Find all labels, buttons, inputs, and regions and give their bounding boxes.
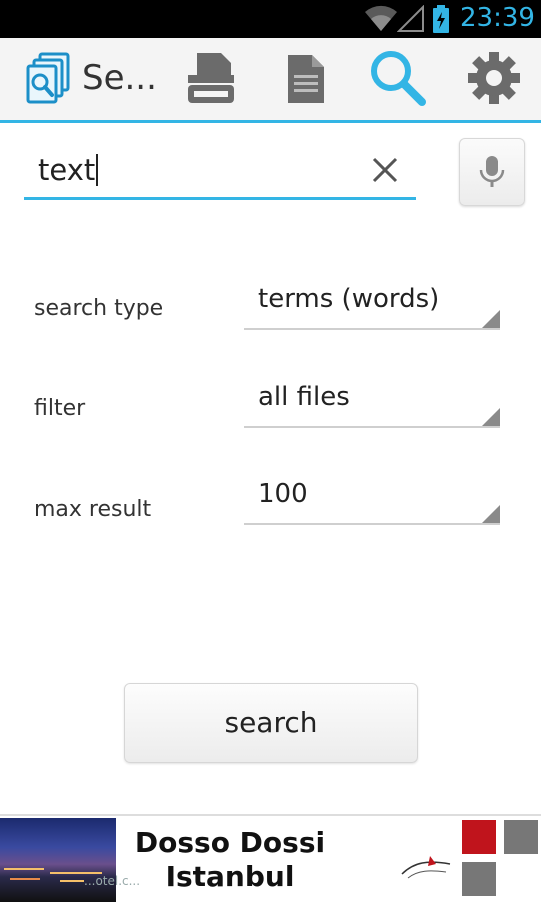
search-input-text[interactable]: text: [38, 153, 99, 187]
filter-value: all files: [258, 382, 350, 412]
ad-square-red: [462, 820, 496, 854]
battery-icon: [432, 5, 450, 37]
ad-logo-icon: [400, 852, 454, 884]
settings-button[interactable]: [466, 52, 522, 108]
ad-square-gray-2: [462, 862, 496, 896]
text-cursor: [96, 154, 99, 186]
max-result-select[interactable]: 100: [244, 479, 500, 525]
search-input[interactable]: text: [24, 145, 416, 200]
ad-photo: [0, 818, 116, 902]
app-search-icon[interactable]: [26, 52, 72, 108]
scan-button[interactable]: [183, 52, 239, 108]
document-icon: [282, 51, 328, 109]
dropdown-arrow-icon: [482, 310, 500, 328]
ad-headline[interactable]: Dosso Dossi Istanbul: [120, 826, 340, 894]
status-bar: 23:39: [0, 0, 541, 38]
action-bar: Se...: [0, 38, 541, 123]
ad-banner[interactable]: Dosso Dossi Istanbul ...otel.c...: [0, 814, 541, 902]
max-result-value: 100: [258, 479, 308, 509]
voice-search-button[interactable]: [459, 138, 525, 206]
status-time: 23:39: [460, 3, 535, 33]
ad-subtext: ...otel.c...: [84, 874, 141, 888]
ad-square-gray: [504, 820, 538, 854]
filter-select[interactable]: all files: [244, 382, 500, 428]
search-button[interactable]: search: [124, 683, 418, 763]
search-icon: [369, 49, 427, 111]
microphone-icon: [479, 156, 505, 187]
scanner-icon: [185, 51, 237, 109]
max-result-label: max result: [34, 497, 152, 522]
wifi-icon: [364, 4, 398, 36]
filter-label: filter: [34, 396, 86, 421]
signal-icon: [396, 4, 425, 37]
search-type-label: search type: [34, 296, 164, 321]
clear-icon[interactable]: [368, 153, 402, 187]
dropdown-arrow-icon: [482, 505, 500, 523]
search-type-select[interactable]: terms (words): [244, 284, 500, 330]
search-tab-button[interactable]: [369, 49, 427, 111]
settings-icon: [467, 51, 521, 109]
dropdown-arrow-icon: [482, 408, 500, 426]
documents-button[interactable]: [277, 52, 333, 108]
app-title: Se...: [82, 58, 157, 98]
search-type-value: terms (words): [258, 284, 440, 314]
